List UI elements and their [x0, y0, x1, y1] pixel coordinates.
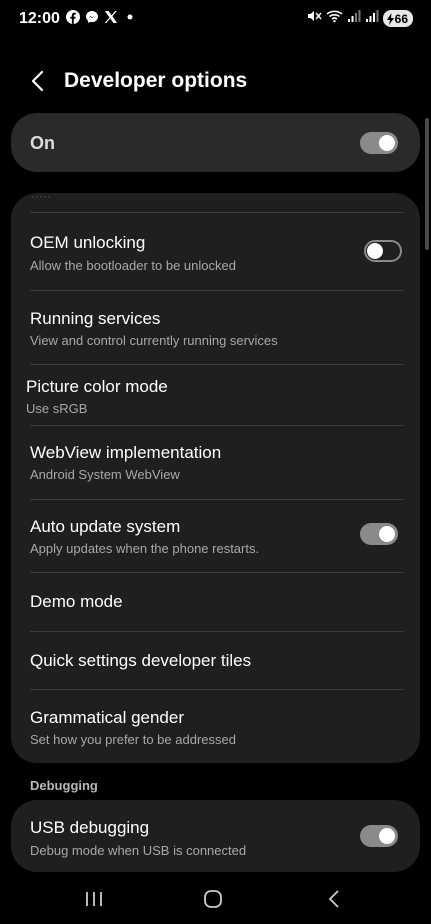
- setting-subtitle: Debug mode when USB is connected: [30, 843, 247, 858]
- setting-title: OEM unlocking: [30, 233, 146, 252]
- usb-debugging-toggle[interactable]: [360, 825, 398, 847]
- recents-button[interactable]: [79, 886, 109, 912]
- navigation-bar: [0, 874, 431, 924]
- facebook-icon: [66, 10, 80, 24]
- setting-quick-settings-developer-tiles[interactable]: Quick settings developer tiles: [11, 632, 420, 689]
- setting-subtitle: View and control currently running servi…: [30, 333, 278, 348]
- auto-update-toggle[interactable]: [360, 523, 398, 545]
- notification-icons: [66, 10, 137, 24]
- wifi-icon: [326, 9, 343, 28]
- chevron-left-icon: [31, 70, 44, 92]
- back-button[interactable]: [24, 66, 52, 96]
- setting-title: Demo mode: [30, 592, 123, 611]
- section-header-debugging: Debugging: [30, 778, 98, 793]
- signal-icon: [347, 9, 361, 28]
- setting-subtitle: Android System WebView: [30, 467, 180, 482]
- charging-icon: [386, 12, 394, 25]
- page-title: Developer options: [64, 69, 248, 92]
- status-right: 66: [307, 9, 413, 28]
- setting-title: Quick settings developer tiles: [30, 651, 252, 670]
- master-switch-label: On: [30, 133, 55, 153]
- battery-indicator: 66: [382, 10, 413, 27]
- setting-title: USB debugging: [30, 818, 150, 837]
- cut-off-item: ·····: [31, 193, 51, 203]
- setting-title: Auto update system: [30, 517, 181, 536]
- setting-subtitle: Allow the bootloader to be unlocked: [30, 258, 236, 273]
- oem-unlocking-toggle[interactable]: [364, 240, 402, 262]
- master-toggle[interactable]: [360, 132, 398, 154]
- setting-usb-debugging[interactable]: USB debugging Debug mode when USB is con…: [11, 800, 420, 872]
- battery-level: 66: [394, 11, 408, 26]
- x-icon: [104, 10, 118, 24]
- home-button[interactable]: [198, 886, 228, 912]
- signal-icon-2: [365, 9, 379, 28]
- setting-oem-unlocking[interactable]: OEM unlocking Allow the bootloader to be…: [11, 213, 420, 290]
- setting-subtitle: Set how you prefer to be addressed: [30, 732, 236, 747]
- settings-list-card: ····· OEM unlocking Allow the bootloader…: [11, 193, 420, 763]
- setting-picture-color-mode[interactable]: Picture color mode Use sRGB: [11, 365, 420, 425]
- setting-title: Running services: [30, 309, 161, 328]
- setting-grammatical-gender[interactable]: Grammatical gender Set how you prefer to…: [11, 690, 420, 763]
- status-bar: 12:00 66: [0, 0, 431, 38]
- recents-icon: [86, 892, 102, 906]
- app-header: Developer options: [0, 58, 431, 104]
- back-icon: [328, 890, 339, 908]
- setting-demo-mode[interactable]: Demo mode: [11, 573, 420, 631]
- master-switch-card[interactable]: On: [11, 113, 420, 172]
- status-time: 12:00: [19, 10, 60, 27]
- setting-title: WebView implementation: [30, 443, 222, 462]
- setting-auto-update-system[interactable]: Auto update system Apply updates when th…: [11, 500, 420, 572]
- mute-icon: [307, 9, 322, 28]
- messenger-icon: [85, 10, 99, 24]
- setting-title: Grammatical gender: [30, 708, 185, 727]
- setting-running-services[interactable]: Running services View and control curren…: [11, 291, 420, 364]
- home-icon: [204, 890, 222, 908]
- nav-back-button[interactable]: [319, 886, 349, 912]
- dot-icon: [123, 10, 137, 24]
- setting-title: Picture color mode: [26, 377, 168, 396]
- setting-subtitle: Use sRGB: [26, 401, 88, 416]
- setting-subtitle: Apply updates when the phone restarts.: [30, 541, 260, 556]
- setting-webview-implementation[interactable]: WebView implementation Android System We…: [11, 426, 420, 499]
- scrollbar[interactable]: [425, 118, 429, 250]
